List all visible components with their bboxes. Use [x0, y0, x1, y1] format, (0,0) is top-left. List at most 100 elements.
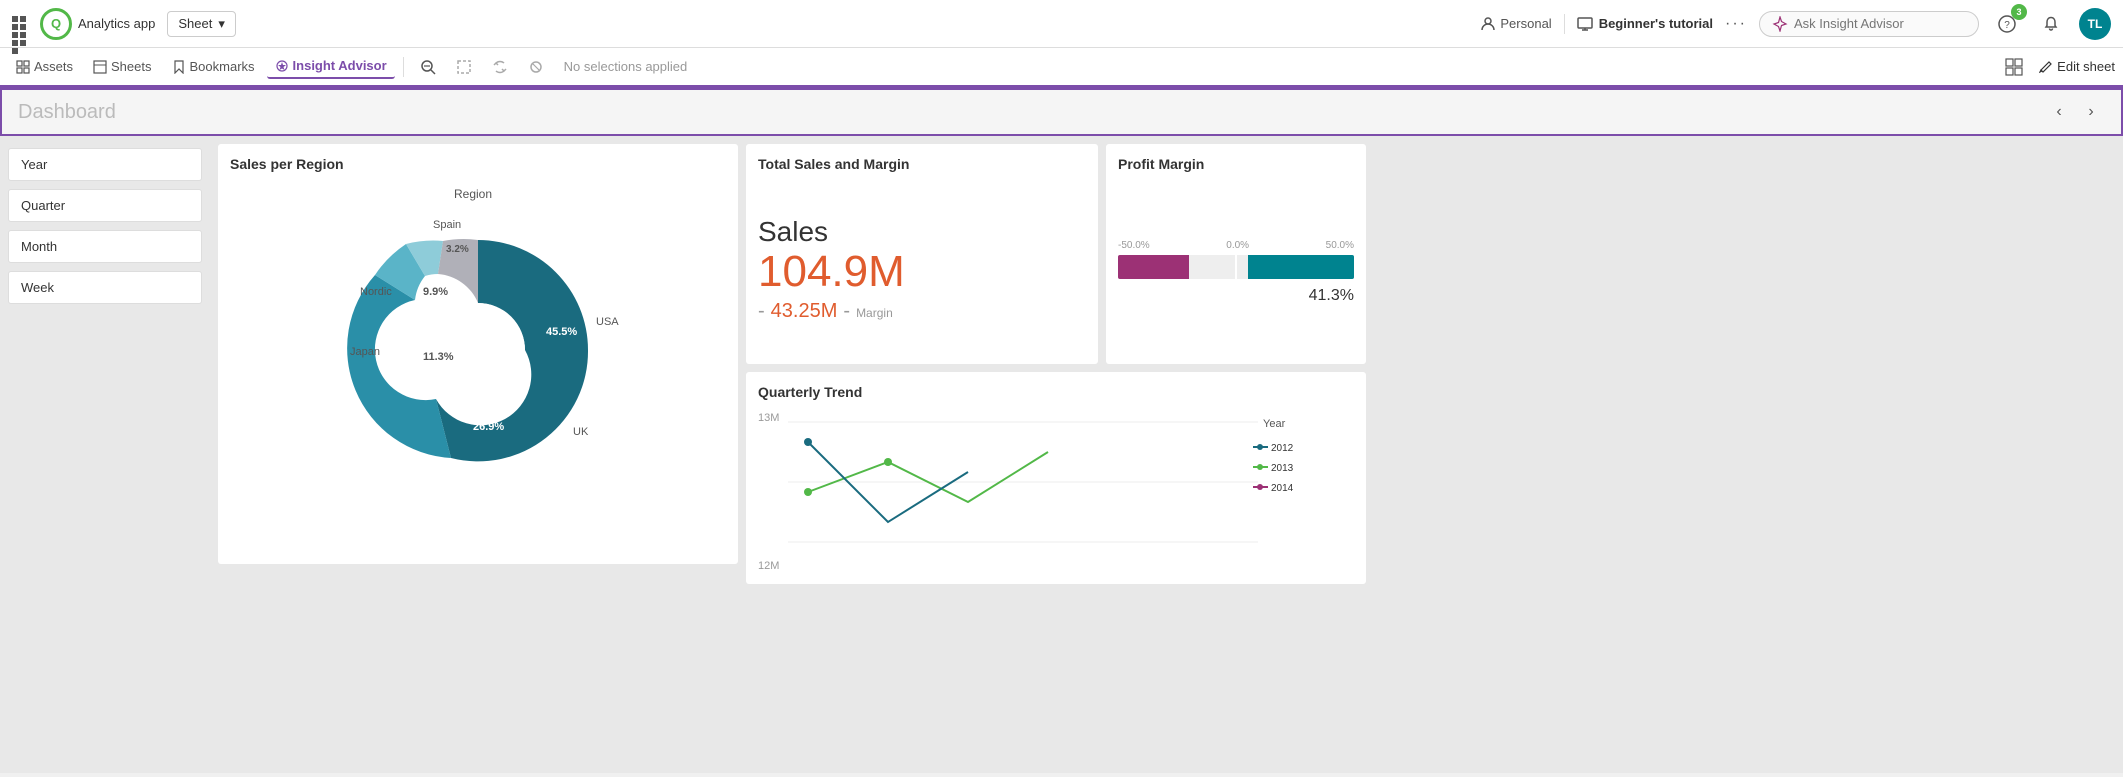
profit-bar-center-line: [1235, 255, 1237, 279]
profit-scale-center: 0.0%: [1226, 240, 1249, 251]
tutorial-text: Beginner's tutorial: [1599, 16, 1713, 31]
help-button[interactable]: ? 3: [1991, 8, 2023, 40]
quarterly-trend-title: Quarterly Trend: [758, 384, 1354, 400]
insight-advisor-search[interactable]: [1794, 16, 1954, 31]
sparkle-icon: [1772, 16, 1788, 32]
total-sales-card: Total Sales and Margin Sales 104.9M - 43…: [746, 144, 1098, 364]
edit-sheet-button[interactable]: Edit sheet: [2039, 59, 2115, 74]
bookmark-icon: [172, 60, 186, 74]
tutorial-label: Beginner's tutorial: [1577, 16, 1713, 32]
chevron-down-icon: ▾: [218, 16, 225, 32]
sheet-dropdown[interactable]: Sheet ▾: [167, 11, 236, 37]
qlik-logo: Q Analytics app: [40, 8, 155, 40]
sheet-dropdown-label: Sheet: [178, 16, 212, 31]
insight-advisor-button[interactable]: Insight Advisor: [267, 54, 395, 79]
zoom-icon: [420, 59, 436, 75]
sales-value: 104.9M: [758, 248, 1086, 296]
profit-scale-left: -50.0%: [1118, 240, 1150, 251]
svg-text:Nordic: Nordic: [360, 286, 392, 298]
insight-advisor-label: Insight Advisor: [293, 58, 387, 73]
profit-margin-chart: -50.0% 0.0% 50.0% 41.3%: [1118, 240, 1354, 305]
assets-button[interactable]: Assets: [8, 55, 81, 78]
top-nav: Q Analytics app Sheet ▾ Personal Beginne…: [0, 0, 2123, 48]
svg-text:?: ?: [2004, 20, 2010, 31]
quarterly-trend-chart: 13M 12M: [758, 412, 1354, 572]
filter-week[interactable]: Week: [8, 271, 202, 304]
right-panel: Total Sales and Margin Sales 104.9M - 43…: [746, 144, 1366, 584]
y-bottom-label: 12M: [758, 560, 779, 572]
svg-text:3.2%: 3.2%: [446, 244, 469, 255]
profit-scale-right: 50.0%: [1326, 240, 1354, 251]
sales-per-region-card: Sales per Region Region: [218, 144, 738, 564]
grid-view-icon: [2005, 58, 2023, 76]
sidebar: Year Quarter Month Week: [0, 136, 210, 773]
insight-advisor-input[interactable]: [1759, 11, 1979, 37]
assets-label: Assets: [34, 59, 73, 74]
page-title: Dashboard: [18, 101, 2045, 124]
svg-text:Spain: Spain: [433, 219, 461, 231]
svg-text:2014: 2014: [1271, 483, 1294, 494]
main-content: Year Quarter Month Week Sales per Region…: [0, 136, 2123, 773]
donut-chart-container: Region: [278, 180, 678, 520]
margin-label: Margin: [856, 306, 893, 320]
filter-quarter[interactable]: Quarter: [8, 189, 202, 222]
user-avatar[interactable]: TL: [2079, 8, 2111, 40]
profit-bar-labels: -50.0% 0.0% 50.0%: [1118, 240, 1354, 251]
filter-month[interactable]: Month: [8, 230, 202, 263]
filter-year[interactable]: Year: [8, 148, 202, 181]
grid-view-button[interactable]: [1997, 54, 2031, 80]
total-sales-title: Total Sales and Margin: [758, 156, 1086, 172]
insight-advisor-icon: [275, 59, 289, 73]
action-btn2[interactable]: [520, 55, 552, 79]
bookmarks-label: Bookmarks: [190, 59, 255, 74]
svg-text:26.9%: 26.9%: [473, 421, 504, 433]
sales-data: Sales 104.9M - 43.25M - Margin: [758, 196, 1086, 323]
sales-region-title: Sales per Region: [230, 156, 726, 172]
select-icon: [456, 59, 472, 75]
svg-text:Region: Region: [454, 187, 492, 201]
profit-bar: [1118, 255, 1354, 279]
next-page-button[interactable]: ›: [2077, 98, 2105, 126]
profit-bar-positive: [1248, 255, 1354, 279]
svg-text:2012: 2012: [1271, 443, 1294, 454]
svg-text:USA: USA: [596, 316, 619, 328]
profit-percentage: 41.3%: [1118, 287, 1354, 305]
svg-text:2013: 2013: [1271, 463, 1294, 474]
svg-text:9.9%: 9.9%: [423, 286, 448, 298]
sheets-label: Sheets: [111, 59, 151, 74]
edit-sheet-label: Edit sheet: [2057, 59, 2115, 74]
grid-icon[interactable]: [12, 16, 28, 32]
select-button[interactable]: [448, 55, 480, 79]
notifications-button[interactable]: [2035, 8, 2067, 40]
notification-badge: 3: [2011, 4, 2027, 20]
zoom-button[interactable]: [412, 55, 444, 79]
svg-text:UK: UK: [573, 426, 589, 438]
action-btn1[interactable]: [484, 55, 516, 79]
svg-text:Year: Year: [1263, 418, 1286, 430]
assets-icon: [16, 60, 30, 74]
prev-page-button[interactable]: ‹: [2045, 98, 2073, 126]
clear-icon: [528, 59, 544, 75]
pencil-icon: [2039, 60, 2053, 74]
margin-value: 43.25M: [771, 300, 838, 323]
sheets-icon: [93, 60, 107, 74]
svg-text:Japan: Japan: [350, 346, 380, 358]
personal-indicator: Personal: [1480, 16, 1551, 32]
breadcrumb-bar: Dashboard ‹ ›: [0, 88, 2123, 136]
toolbar-right: Edit sheet: [1997, 54, 2115, 80]
y-top-label: 13M: [758, 412, 779, 424]
monitor-icon: [1577, 16, 1593, 32]
selections-label: No selections applied: [564, 59, 688, 74]
personal-label: Personal: [1500, 16, 1551, 31]
qlik-circle: Q: [40, 8, 72, 40]
bookmarks-button[interactable]: Bookmarks: [164, 55, 263, 78]
charts-area: Sales per Region Region: [210, 136, 2123, 773]
toolbar: Assets Sheets Bookmarks Insight Advisor …: [0, 48, 2123, 88]
top-right-row: Total Sales and Margin Sales 104.9M - 43…: [746, 144, 1366, 364]
rotate-icon: [492, 59, 508, 75]
sheets-button[interactable]: Sheets: [85, 55, 159, 78]
more-options-button[interactable]: ···: [1725, 15, 1747, 33]
profit-bar-negative: [1118, 255, 1189, 279]
svg-text:45.5%: 45.5%: [546, 326, 577, 338]
quarterly-trend-card: Quarterly Trend 13M 12M: [746, 372, 1366, 584]
